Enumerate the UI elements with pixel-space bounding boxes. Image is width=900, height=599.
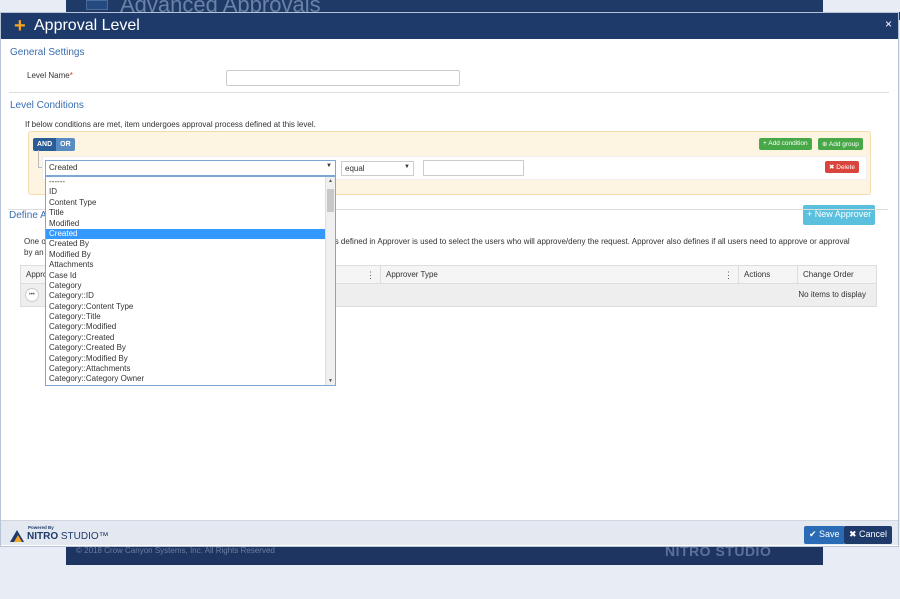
field-dropdown-list[interactable]: ------ ID Content Type Title Modified Created…: [45, 176, 336, 386]
dropdown-option[interactable]: Modified By: [46, 250, 335, 260]
delete-condition-button[interactable]: ✖ Delete: [825, 161, 860, 173]
divider: [9, 92, 889, 93]
nitro-brand-text: NITRO STUDIO™: [27, 531, 109, 542]
level-conditions-title: Level Conditions: [10, 100, 84, 111]
close-icon[interactable]: ×: [885, 17, 892, 31]
dropdown-option[interactable]: Category::Modified By: [46, 354, 335, 364]
chevron-down-icon: ▼: [326, 163, 332, 169]
dropdown-option[interactable]: Category::Title: [46, 312, 335, 322]
dialog-footer: Powered By NITRO STUDIO™ ✔ Save ✖ Cancel: [1, 520, 898, 545]
dropdown-scrollbar[interactable]: ▲ ▼: [325, 177, 335, 385]
or-button[interactable]: OR: [56, 138, 75, 151]
dropdown-option[interactable]: Created By: [46, 239, 335, 249]
dropdown-option[interactable]: Attachments: [46, 260, 335, 270]
scroll-up-icon[interactable]: ▲: [328, 178, 333, 184]
level-name-label: Level Name*: [27, 71, 73, 80]
add-group-button[interactable]: ⊕ Add group: [818, 138, 863, 150]
column-header-change-order[interactable]: Change Order: [797, 266, 867, 284]
save-button[interactable]: ✔ Save: [804, 526, 845, 544]
cancel-button[interactable]: ✖ Cancel: [844, 526, 893, 544]
dropdown-option[interactable]: Title: [46, 208, 335, 218]
dropdown-option[interactable]: Category::Created: [46, 333, 335, 343]
field-select[interactable]: Created ▼: [45, 160, 336, 176]
scroll-down-icon[interactable]: ▼: [328, 378, 333, 384]
description-start: One o: [24, 237, 46, 246]
dropdown-option[interactable]: Modified: [46, 219, 335, 229]
column-menu-icon[interactable]: ⋮: [724, 266, 733, 284]
level-conditions-description: If below conditions are met, item underg…: [25, 120, 316, 129]
first-page-icon[interactable]: ⏮: [25, 288, 39, 302]
dropdown-option[interactable]: ------: [46, 177, 335, 187]
dropdown-option[interactable]: Content Type: [46, 198, 335, 208]
dropdown-option[interactable]: Category::Category Owner: [46, 374, 335, 384]
level-name-input[interactable]: [226, 70, 460, 86]
dialog-header: + Approval Level ×: [1, 13, 898, 39]
dropdown-option[interactable]: Category::ID: [46, 291, 335, 301]
no-items-text: No items to display: [798, 290, 866, 299]
dropdown-option[interactable]: Category::Content Type: [46, 302, 335, 312]
plus-icon: +: [14, 15, 26, 37]
dropdown-option[interactable]: Case Id: [46, 271, 335, 281]
operator-select[interactable]: equal ▼: [341, 161, 414, 176]
general-settings-title: General Settings: [10, 47, 85, 58]
background-copyright: © 2018 Crow Canyon Systems, Inc. All Rig…: [76, 546, 275, 555]
column-menu-icon[interactable]: ⋮: [366, 266, 375, 284]
dropdown-option[interactable]: Category: [46, 281, 335, 291]
brand-nitro: NITRO: [27, 531, 59, 542]
column-header-actions[interactable]: Actions: [738, 266, 797, 284]
chevron-down-icon: ▼: [404, 164, 410, 170]
dropdown-option[interactable]: Category::Modified: [46, 322, 335, 332]
operator-select-value: equal: [345, 164, 365, 173]
scrollbar-thumb[interactable]: [327, 189, 334, 212]
dropdown-option[interactable]: ID: [46, 187, 335, 197]
dropdown-option[interactable]: Category::Attachments: [46, 364, 335, 374]
column-header-approver-type[interactable]: Approver Type ⋮: [380, 266, 738, 284]
background-check-icon: [86, 0, 108, 10]
level-name-label-text: Level Name: [27, 71, 70, 80]
new-approver-button[interactable]: + New Approver: [803, 205, 876, 225]
description-line2: by an: [24, 248, 44, 257]
powered-by-text: Powered By: [28, 525, 54, 530]
nitro-logo-accent: [14, 535, 22, 542]
dialog-title: Approval Level: [34, 17, 140, 34]
dropdown-option[interactable]: Created: [46, 228, 335, 240]
description-end: ons defined in Approver is used to selec…: [325, 237, 850, 246]
required-mark: *: [69, 71, 73, 80]
define-approvers-title: Define A: [9, 210, 47, 221]
dropdown-option[interactable]: Category::Created By: [46, 343, 335, 353]
field-select-value: Created: [49, 163, 78, 172]
nitro-studio-logo: Powered By NITRO STUDIO™: [10, 525, 109, 543]
condition-value-input[interactable]: [423, 160, 524, 176]
brand-studio: STUDIO™: [58, 531, 109, 542]
add-condition-button[interactable]: + Add condition: [759, 138, 812, 150]
